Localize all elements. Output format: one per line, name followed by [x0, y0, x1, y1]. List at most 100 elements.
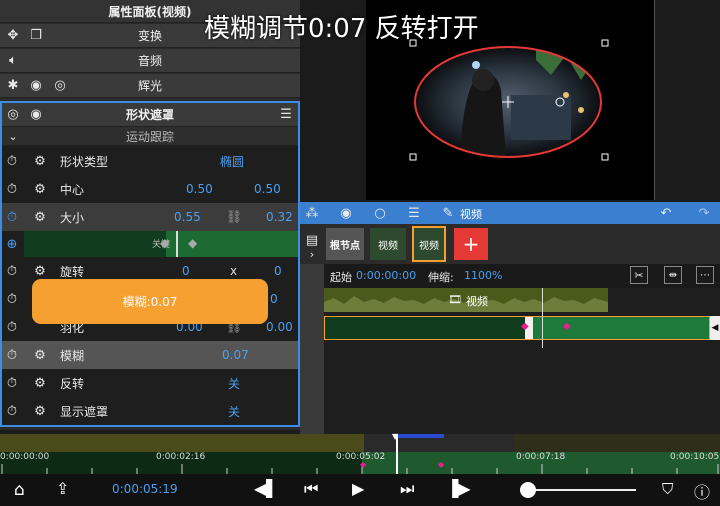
motion-track-row[interactable]: ⌄ 运动跟踪 [2, 127, 298, 146]
link-icon[interactable]: ⛓︎ [226, 209, 243, 225]
skip-end-icon[interactable]: ⏭︎ [400, 479, 414, 499]
section-shape-mask-label: 形状遮罩 [125, 108, 174, 122]
gear-icon[interactable]: ⚙ [32, 375, 48, 391]
info-row: 起始 0:00:00:00 伸缩: 1100% ✂ ⇹ ⋯ [324, 264, 720, 288]
keyframe-marker[interactable]: ◆ [438, 460, 444, 469]
stopwatch-icon[interactable]: ⏱︎ [4, 291, 20, 307]
audio-track[interactable]: 🎞︎ 视频 [324, 288, 608, 312]
add-keyframe-icon[interactable]: ⊕ [4, 236, 20, 252]
stretch-label: 伸缩: [428, 271, 454, 284]
more-icon[interactable]: ⋯ [696, 266, 714, 284]
stopwatch-icon[interactable]: ⏱︎ [4, 347, 20, 363]
size-x-value[interactable]: 0.55 [174, 210, 201, 224]
properties-panel: 属性面板(视频) ✥ ❐ 变换 🔈︎ 音频 ✱ ◉ ◎ 辉光 ◎ ◉ 形状遮罩 … [0, 0, 300, 430]
timeline-panel: ⁂ ◉ ○ ☰ ✎ 视频 ↶ ↷ ▤ › 根节点 视频 视频 + 起始 0:00… [300, 202, 720, 434]
feather-b-value[interactable]: 0.00 [266, 320, 293, 334]
gear-icon[interactable]: ⚙ [32, 263, 48, 279]
center-label: 中心 [60, 182, 85, 197]
overview-track[interactable] [0, 434, 720, 452]
redo-icon[interactable]: ↷ [696, 205, 712, 221]
root-node-button[interactable]: 根节点 [326, 228, 364, 260]
eye-icon[interactable]: ◉ [338, 205, 354, 221]
keyframe-marker[interactable]: ◆ [563, 321, 571, 332]
menu-icon[interactable]: ☰ [278, 107, 294, 123]
start-value[interactable]: 0:00:00:00 [356, 269, 416, 282]
stopwatch-icon[interactable]: ⏱︎ [4, 375, 20, 391]
stopwatch-icon[interactable]: ⏱︎ [4, 209, 20, 225]
show-mask-value[interactable]: 关 [228, 403, 240, 420]
gear-icon[interactable]: ⚙ [32, 403, 48, 419]
node-row: ▤ › 根节点 视频 视频 + [300, 224, 720, 264]
row-shape-type[interactable]: ⏱︎ ⚙ 形状类型 椭圆 [2, 147, 298, 175]
keyframe-marker[interactable]: ◆ [521, 321, 529, 332]
stretch-value[interactable]: 1100% [464, 269, 502, 282]
section-shape-mask[interactable]: ◎ ◉ 形状遮罩 ☰ [2, 103, 298, 127]
rotate-a-value[interactable]: 0 [182, 264, 190, 278]
gear-icon[interactable]: ⚙ [32, 209, 48, 225]
stopwatch-icon[interactable]: ⏱︎ [4, 153, 20, 169]
shape-type-value[interactable]: 椭圆 [220, 153, 244, 170]
prev-keyframe-icon[interactable]: ◀▌ [254, 479, 279, 498]
add-node-button[interactable]: + [454, 228, 488, 260]
home-icon[interactable]: ⌂ [14, 480, 25, 500]
size-y-value[interactable]: 0.32 [266, 210, 293, 224]
skip-start-icon[interactable]: ⏮︎ [304, 479, 318, 499]
play-icon[interactable]: ▶ [352, 479, 364, 498]
rotate-c-value[interactable]: 0 [274, 264, 282, 278]
section-glow-label: 辉光 [137, 79, 162, 93]
keyframe-marker[interactable]: ◆ [360, 460, 366, 469]
edit-icon[interactable]: ✎ [440, 205, 456, 221]
menu-icon[interactable]: ☰ [406, 205, 422, 221]
row-size[interactable]: ⏱︎ ⚙ 大小 0.55 ⛓︎ 0.32 [2, 203, 298, 231]
section-audio[interactable]: 🔈︎ 音频 [0, 49, 300, 73]
row-invert[interactable]: ⏱︎ ⚙ 反转 关 [2, 369, 298, 397]
gear-icon[interactable]: ⚙ [32, 153, 48, 169]
zoom-slider-track[interactable] [526, 489, 636, 491]
ruler-t3: 0:00:07:18 [516, 452, 566, 462]
row-center[interactable]: ⏱︎ ⚙ 中心 0.50 0.50 [2, 175, 298, 203]
keyframe-diamond[interactable]: ◆ [188, 236, 197, 250]
layers-icon[interactable]: ⁂ [304, 205, 320, 221]
section-glow[interactable]: ✱ ◉ ◎ 辉光 [0, 74, 300, 98]
overlay-caption: 模糊调节0:07 反转打开 [204, 14, 479, 44]
keyframe-track[interactable]: ⊕ 关键 ◆ ◆ [2, 231, 298, 257]
tab-video-2[interactable]: 视频 [412, 226, 446, 262]
section-audio-label: 音频 [137, 54, 162, 68]
video-track[interactable]: ◆ ◆ [324, 316, 710, 340]
current-time[interactable]: 0:00:05:19 [112, 482, 178, 496]
ruler-t0: 0:00:00:00 [0, 452, 50, 462]
invert-value[interactable]: 关 [228, 375, 240, 392]
stopwatch-icon[interactable]: ⏱︎ [4, 319, 20, 335]
undo-icon[interactable]: ↶ [658, 205, 674, 221]
ruler-t1: 0:00:02:16 [156, 452, 206, 462]
timeline-playhead[interactable] [542, 288, 543, 348]
gear-icon[interactable]: ⚙ [32, 347, 48, 363]
film-icon: 🎞︎ [448, 293, 462, 306]
center-y-value[interactable]: 0.50 [254, 182, 281, 196]
circle-icon[interactable]: ○ [372, 205, 388, 221]
toolbar-label: 视频 [460, 208, 482, 221]
row-blur[interactable]: ⏱︎ ⚙ 模糊 0.07 [2, 341, 298, 369]
export-icon[interactable]: ⇪ [56, 479, 69, 498]
split-icon[interactable]: ⇹ [664, 266, 682, 284]
blur-value[interactable]: 0.07 [222, 348, 249, 362]
row5-b-value[interactable]: 0 [270, 292, 278, 306]
track-side-strip [300, 264, 324, 434]
scissors-icon[interactable]: ✂ [630, 266, 648, 284]
stopwatch-icon[interactable]: ⏱︎ [4, 403, 20, 419]
bookmark-icon[interactable]: ⛉ [662, 480, 673, 498]
time-ruler[interactable]: 0:00:00:00 0:00:02:16 0:00:05:02 0:00:07… [0, 452, 720, 474]
gear-icon[interactable]: ⚙ [32, 181, 48, 197]
stopwatch-icon[interactable]: ⏱︎ [4, 263, 20, 279]
center-x-value[interactable]: 0.50 [186, 182, 213, 196]
overview-selection[interactable] [398, 434, 444, 438]
help-icon[interactable]: ⓘ [694, 479, 710, 503]
tab-video-1[interactable]: 视频 [370, 228, 406, 260]
stopwatch-icon[interactable]: ⏱︎ [4, 181, 20, 197]
keyframe-diamond[interactable]: ◆ [160, 236, 169, 250]
zoom-slider-thumb[interactable] [520, 482, 536, 498]
track-end-handle[interactable]: ◀ [710, 316, 720, 340]
next-keyframe-icon[interactable]: ▐▶ [446, 479, 471, 498]
row-show-mask[interactable]: ⏱︎ ⚙ 显示遮罩 关 [2, 397, 298, 425]
chevron-right-icon[interactable]: › [304, 246, 320, 262]
